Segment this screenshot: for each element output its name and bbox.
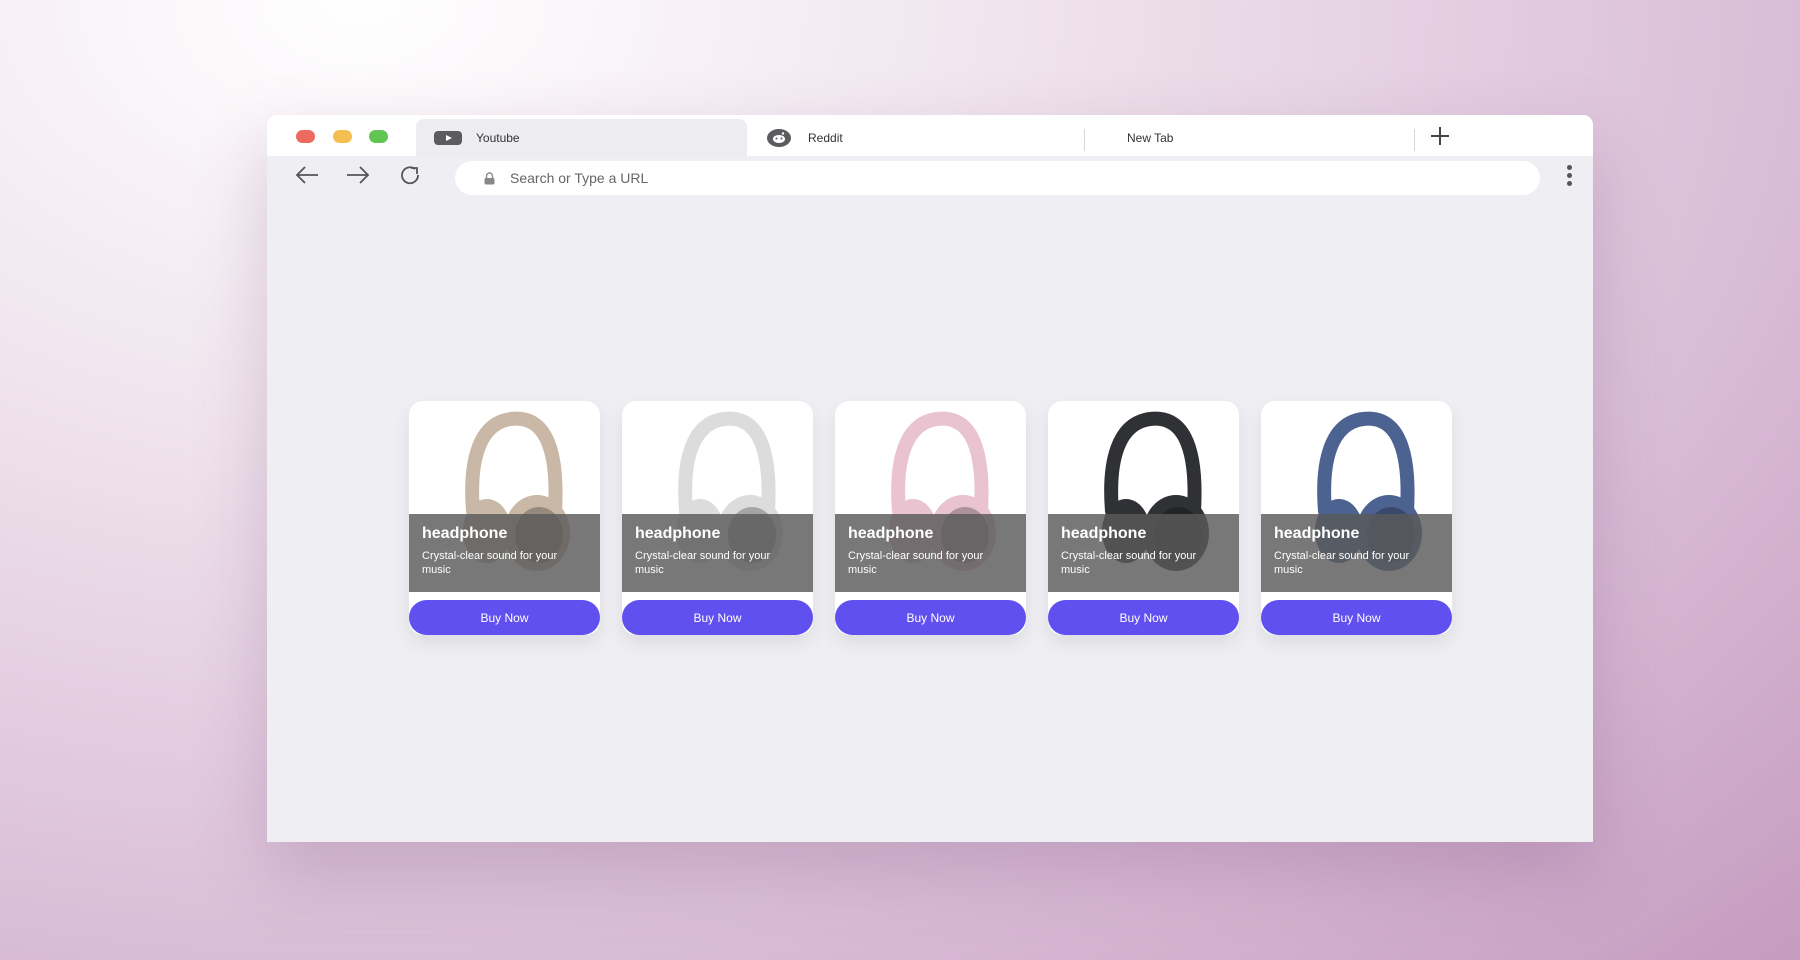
product-card: headphone Crystal-clear sound for your m… (622, 401, 813, 635)
buy-now-button[interactable]: Buy Now (1048, 600, 1239, 635)
product-description: Crystal-clear sound for your music (635, 550, 771, 576)
tab-label: New Tab (1127, 130, 1174, 145)
address-bar[interactable] (455, 161, 1540, 195)
reddit-icon (767, 128, 791, 147)
product-info-overlay: headphone Crystal-clear sound for your m… (622, 514, 813, 592)
new-tab-button[interactable] (1427, 123, 1453, 149)
product-title: headphone (422, 525, 508, 542)
product-card: headphone Crystal-clear sound for your m… (1261, 401, 1452, 635)
forward-button[interactable] (343, 160, 373, 190)
tab-bar: Youtube Reddit New Tab (267, 115, 1593, 156)
minimize-window-button[interactable] (333, 130, 352, 143)
buy-now-button[interactable]: Buy Now (835, 600, 1026, 635)
product-description: Crystal-clear sound for your music (1061, 550, 1197, 576)
more-menu-button[interactable] (1559, 160, 1579, 190)
navigation-toolbar (267, 156, 1593, 196)
product-card: headphone Crystal-clear sound for your m… (1048, 401, 1239, 635)
menu-dot (1566, 180, 1572, 186)
menu-dot (1566, 172, 1572, 178)
product-title: headphone (1274, 525, 1360, 542)
product-info-overlay: headphone Crystal-clear sound for your m… (409, 514, 600, 592)
browser-window: Youtube Reddit New Tab Search or Type a … (267, 115, 1593, 842)
menu-dot (1566, 164, 1572, 170)
arrow-left-icon (295, 166, 318, 184)
tab-divider (1414, 129, 1415, 151)
product-card-list: headphone Crystal-clear sound for your m… (409, 401, 1452, 635)
product-title: headphone (848, 525, 934, 542)
tab-new-tab[interactable]: New Tab (1097, 119, 1408, 156)
product-info-overlay: headphone Crystal-clear sound for your m… (835, 514, 1026, 592)
tab-label: Youtube (476, 130, 520, 145)
youtube-icon (434, 130, 462, 145)
close-window-button[interactable] (296, 130, 315, 143)
buy-now-button[interactable]: Buy Now (622, 600, 813, 635)
arrow-right-icon (347, 166, 370, 184)
buy-now-button[interactable]: Buy Now (409, 600, 600, 635)
tab-youtube[interactable]: Youtube (416, 119, 747, 156)
back-button[interactable] (292, 160, 322, 190)
plus-icon (1431, 127, 1449, 145)
maximize-window-button[interactable] (369, 130, 388, 143)
buy-now-button[interactable]: Buy Now (1261, 600, 1452, 635)
tab-reddit[interactable]: Reddit (767, 119, 1078, 156)
product-title: headphone (1061, 525, 1147, 542)
product-card: headphone Crystal-clear sound for your m… (409, 401, 600, 635)
product-title: headphone (635, 525, 721, 542)
tab-label: Reddit (808, 130, 843, 145)
product-description: Crystal-clear sound for your music (422, 550, 558, 576)
page-content: headphone Crystal-clear sound for your m… (267, 196, 1593, 842)
product-card: headphone Crystal-clear sound for your m… (835, 401, 1026, 635)
reload-button[interactable] (395, 160, 425, 190)
product-description: Crystal-clear sound for your music (1274, 550, 1410, 576)
tab-divider (1084, 129, 1085, 151)
lock-icon (482, 171, 496, 185)
url-input[interactable] (510, 170, 1410, 186)
product-description: Crystal-clear sound for your music (848, 550, 984, 576)
product-info-overlay: headphone Crystal-clear sound for your m… (1048, 514, 1239, 592)
product-info-overlay: headphone Crystal-clear sound for your m… (1261, 514, 1452, 592)
reload-icon (401, 166, 419, 185)
